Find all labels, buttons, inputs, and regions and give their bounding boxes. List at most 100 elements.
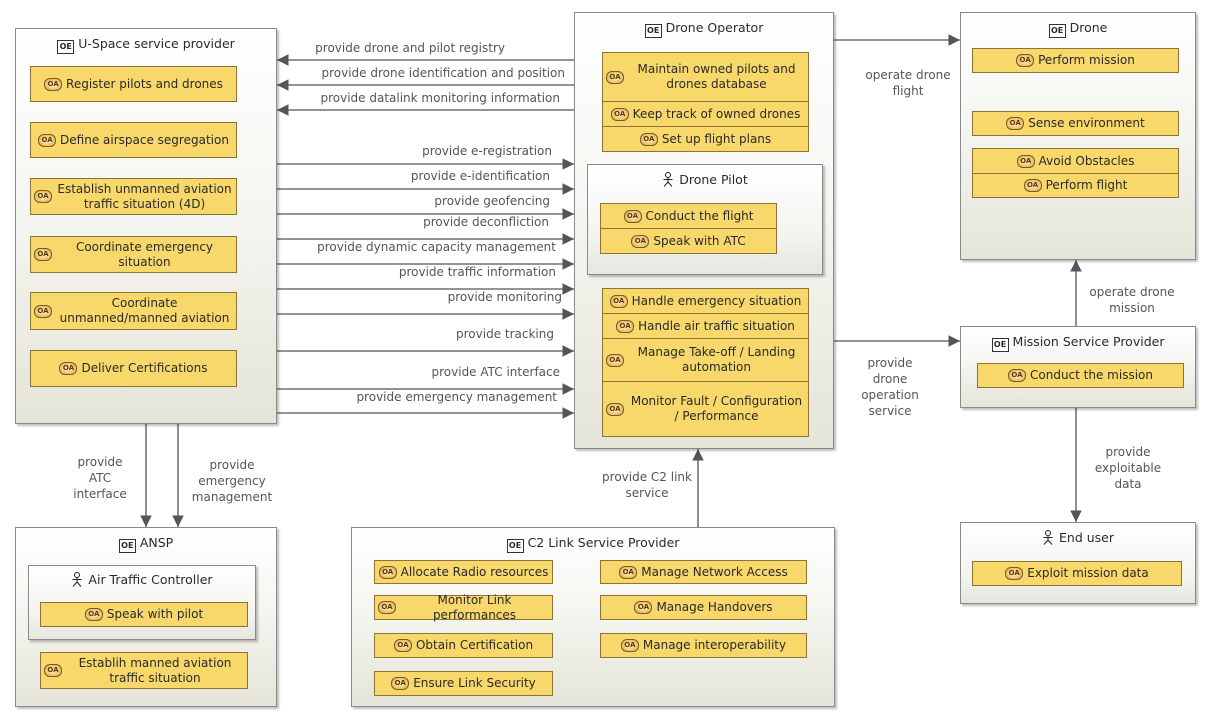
- edge-label: provide deconfliction: [423, 215, 549, 229]
- box-title-text: Air Traffic Controller: [88, 572, 213, 587]
- operational-activity[interactable]: OA Coordinate unmanned/manned aviation: [30, 292, 237, 330]
- operational-activity[interactable]: OA Register pilots and drones: [30, 66, 237, 102]
- activity-label: Manage Take-off / Landing automation: [637, 345, 796, 374]
- box-title-text: C2 Link Service Provider: [527, 535, 680, 550]
- box-title: End user: [961, 530, 1195, 545]
- activity-label: Maintain owned pilots and drones databas…: [637, 62, 796, 91]
- activity-label: Coordinate unmanned/manned aviation: [59, 296, 230, 325]
- operational-activity[interactable]: OA Sense environment: [972, 111, 1179, 136]
- operational-activity-icon: OA: [1016, 54, 1035, 67]
- activity-label: Manage interoperability: [642, 638, 787, 652]
- activity-label: Speak with pilot: [106, 607, 204, 621]
- activity-label: Sense environment: [1028, 116, 1145, 130]
- box-title-text: U-Space service provider: [78, 36, 235, 51]
- operational-activity-icon: OA: [44, 664, 62, 677]
- box-title-text: Drone: [1069, 20, 1108, 35]
- operational-activity-icon: OA: [606, 353, 624, 367]
- edge-label: provide drone operation service: [861, 356, 919, 418]
- actor-icon: [662, 172, 674, 187]
- activity-label: Obtain Certification: [415, 638, 534, 652]
- operational-activity-icon: OA: [34, 248, 52, 261]
- operational-activity-icon: OA: [84, 608, 103, 621]
- activity-label: Manage Handovers: [656, 600, 773, 614]
- edge-label: provide ATC interface: [431, 365, 561, 379]
- operational-activity[interactable]: OA Manage Handovers: [600, 595, 807, 620]
- operational-entity-icon: OE: [1048, 24, 1066, 38]
- activity-label: Handle emergency situation: [631, 293, 802, 308]
- operational-activity[interactable]: OA Monitor Fault / Configuration / Perfor…: [602, 381, 809, 437]
- edge-label: provide emergency management: [191, 458, 273, 504]
- box-title: OE U-Space service provider: [16, 36, 276, 54]
- edge-label: provide drone identification and positio…: [321, 66, 565, 80]
- operational-activity[interactable]: OA Conduct the flight: [600, 203, 777, 229]
- activity-label: Deliver Certifications: [81, 361, 208, 375]
- edge-label: provide drone and pilot registry: [315, 41, 505, 55]
- edge-label: provide e-registration: [422, 144, 552, 158]
- operational-activity[interactable]: OA Handle emergency situation: [602, 288, 809, 314]
- operational-activity[interactable]: OA Obtain Certification: [374, 633, 553, 658]
- box-title-text: ANSP: [139, 535, 174, 550]
- operational-entity-icon: OE: [644, 24, 662, 38]
- operational-activity[interactable]: OA Deliver Certifications: [30, 350, 237, 387]
- operational-activity-icon: OA: [1005, 567, 1024, 580]
- operational-entity-icon: OE: [506, 539, 524, 553]
- operational-activity[interactable]: OA Manage interoperability: [600, 633, 807, 658]
- operational-activity[interactable]: OA Speak with ATC: [600, 228, 777, 254]
- operational-activity-icon: OA: [623, 209, 642, 223]
- operational-activity[interactable]: OA Maintain owned pilots and drones datab…: [602, 52, 809, 102]
- activity-label: Allocate Radio resources: [400, 564, 549, 579]
- operational-activity[interactable]: OA Keep track of owned drones: [602, 101, 809, 127]
- operational-activity[interactable]: OA Ensure Link Security: [374, 671, 553, 696]
- box-title-text: Mission Service Provider: [1012, 334, 1165, 349]
- operational-activity-icon: OA: [1008, 369, 1026, 382]
- operational-activity-icon: OA: [1006, 117, 1025, 130]
- operational-activity[interactable]: OA Allocate Radio resources: [374, 560, 553, 584]
- operational-activity[interactable]: OA Perform mission: [972, 48, 1179, 73]
- box-title: OE Drone: [961, 20, 1195, 38]
- operational-activity-icon: OA: [610, 107, 629, 121]
- operational-activity[interactable]: OA Handle air traffic situation: [602, 313, 809, 339]
- operational-activity-icon: OA: [606, 70, 624, 84]
- operational-activity[interactable]: OA Speak with pilot: [40, 602, 248, 627]
- activity-label: Exploit mission data: [1027, 566, 1149, 580]
- edge-label: provide tracking: [456, 327, 554, 341]
- box-title: OE Drone Operator: [575, 20, 833, 38]
- operational-entity-icon: OE: [991, 338, 1009, 352]
- operational-activity[interactable]: OA Establish unmanned aviation traffic si…: [30, 178, 237, 215]
- activity-label: Handle air traffic situation: [638, 318, 795, 333]
- operational-activity-icon: OA: [44, 77, 63, 91]
- activity-label: Establish unmanned aviation traffic situ…: [57, 181, 232, 211]
- operational-activity[interactable]: OA Establih manned aviation traffic situa…: [40, 652, 248, 689]
- operational-activity[interactable]: OA Coordinate emergency situation: [30, 236, 237, 273]
- operational-activity[interactable]: OA Set up flight plans: [602, 126, 809, 152]
- operational-activity-icon: OA: [616, 319, 635, 333]
- box-title: Drone Pilot: [588, 172, 822, 187]
- edge-label: provide traffic information: [398, 265, 556, 279]
- actor-icon: [71, 572, 83, 587]
- operational-activity-icon: OA: [639, 132, 658, 146]
- activity-label: Conduct the flight: [645, 208, 754, 223]
- activity-label: Perform flight: [1045, 178, 1128, 192]
- operational-entity-icon: OE: [57, 40, 75, 54]
- edge-label: provide datalink monitoring information: [320, 91, 560, 105]
- activity-label: Conduct the mission: [1030, 368, 1153, 382]
- operational-activity[interactable]: OA Manage Network Access: [600, 560, 807, 584]
- operational-activity-icon: OA: [609, 294, 628, 308]
- operational-activity[interactable]: OA Monitor Link performances: [374, 592, 553, 622]
- operational-activity[interactable]: OA Conduct the mission: [977, 363, 1184, 388]
- box-title-text: Drone Pilot: [679, 172, 748, 187]
- operational-activity-icon: OA: [34, 304, 52, 318]
- edge-label: provide C2 link service: [602, 470, 692, 500]
- operational-activity[interactable]: OA Avoid Obstacles: [972, 148, 1179, 174]
- activity-label: Monitor Link performances: [432, 592, 517, 622]
- edge-label: provide ATC interface: [73, 455, 127, 501]
- operational-activity-icon: OA: [620, 639, 639, 652]
- edge-label: provide geofencing: [434, 194, 550, 208]
- operational-activity[interactable]: OA Manage Take-off / Landing automation: [602, 338, 809, 382]
- operational-activity[interactable]: OA Define airspace segregation: [30, 122, 237, 158]
- operational-activity-icon: OA: [619, 565, 638, 579]
- operational-activity[interactable]: OA Exploit mission data: [972, 561, 1182, 586]
- operational-activity[interactable]: OA Perform flight: [972, 173, 1179, 198]
- box-title-text: Drone Operator: [665, 20, 764, 35]
- box-title: OE C2 Link Service Provider: [352, 535, 834, 553]
